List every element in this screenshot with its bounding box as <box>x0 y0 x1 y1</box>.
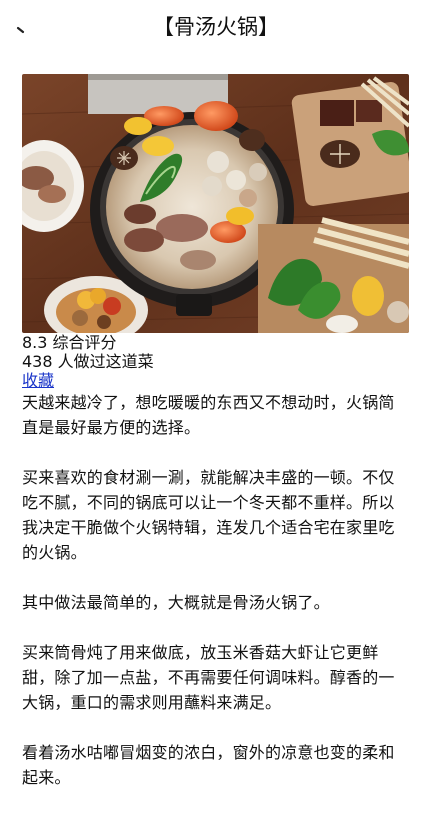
top-bar: 【骨汤火锅】 <box>0 0 432 56</box>
favorite-link[interactable]: 收藏 <box>22 371 54 390</box>
article-paragraph-5: 看着汤水咕嘟冒烟变的浓白，窗外的凉意也变的柔和起来。 <box>22 743 395 787</box>
article-paragraph-2: 买来喜欢的食材涮一涮，就能解决丰盛的一顿。不仅吃不腻，不同的锅底可以让一个冬天都… <box>22 468 395 562</box>
cooked-count: 438 人做过这道菜 <box>22 352 154 371</box>
article-paragraph-3: 其中做法最简单的，大概就是骨汤火锅了。 <box>22 593 330 612</box>
recipe-hero-image <box>22 74 409 333</box>
article-paragraph-4: 买来筒骨炖了用来做底，放玉米香菇大虾让它更鲜甜，除了加一点盐，不再需要任何调味料… <box>22 643 395 712</box>
article-paragraph-1: 天越来越冷了，想吃暖暖的东西又不想动时，火锅简直是最好最方便的选择。 <box>22 393 395 437</box>
rating-score: 8.3 综合评分 <box>22 333 117 352</box>
recipe-content: 8.3 综合评分 438 人做过这道菜 收藏 天越来越冷了，想吃暖暖的东西又不想… <box>22 74 410 815</box>
page-title: 【骨汤火锅】 <box>153 15 279 39</box>
